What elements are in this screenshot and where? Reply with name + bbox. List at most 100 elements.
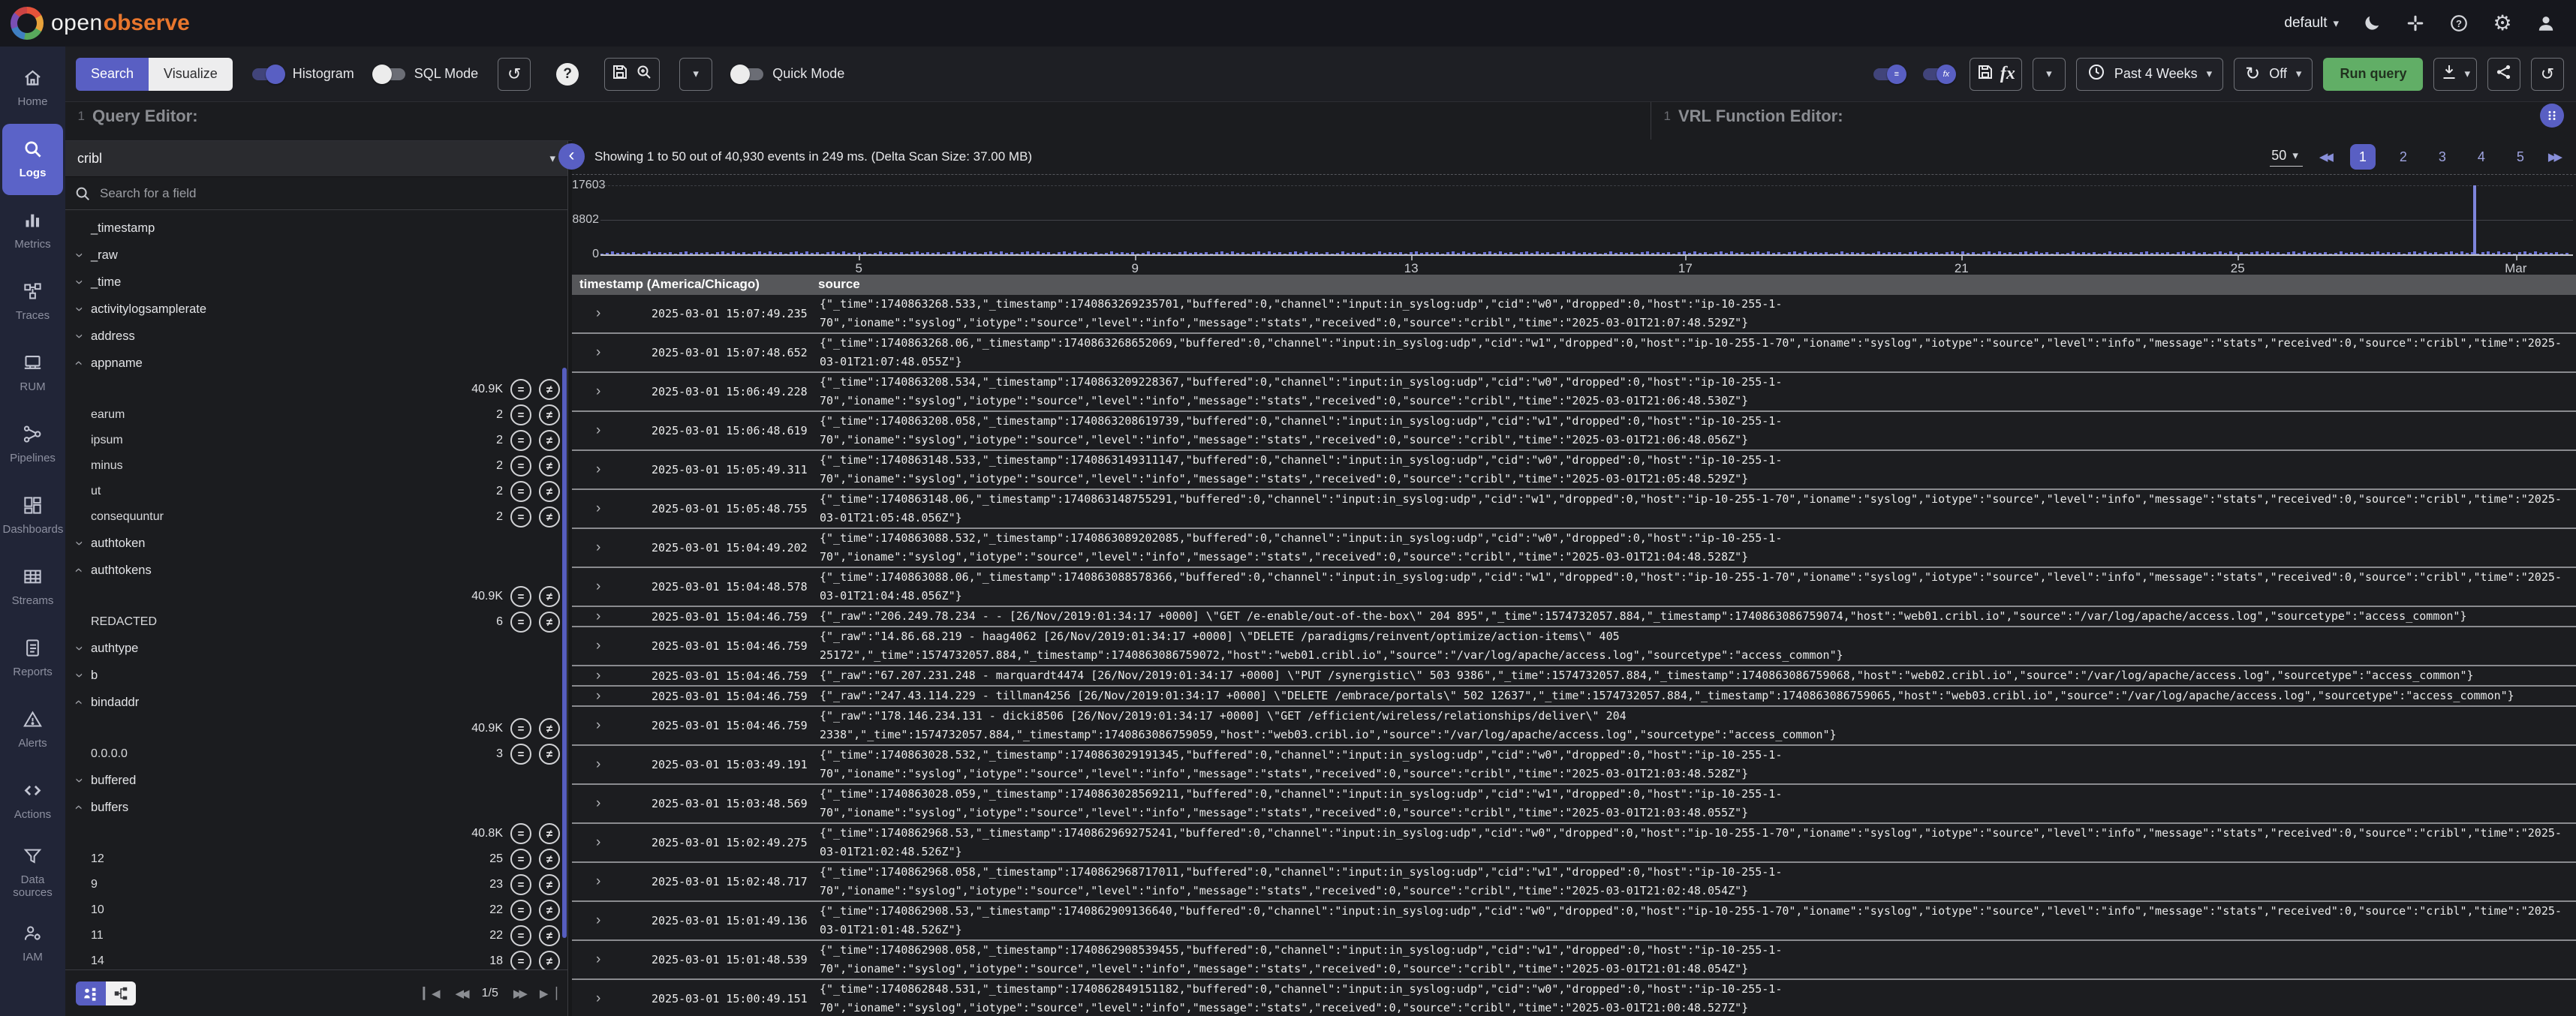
last-page-icon[interactable]: ▶▕	[540, 987, 557, 1000]
tab-visualize[interactable]: Visualize	[149, 58, 233, 91]
field-row-buffers[interactable]: ›buffers	[65, 794, 567, 821]
field-row-buffered[interactable]: ›buffered	[65, 767, 567, 794]
log-table-row[interactable]: ›2025-03-01 15:04:49.202{"_time":1740863…	[572, 528, 2576, 567]
equals-filter-icon[interactable]: =	[510, 404, 531, 425]
fast-forward-icon[interactable]: ▶▶	[513, 987, 525, 1000]
histogram-toggle[interactable]	[252, 68, 284, 80]
equals-filter-icon[interactable]: =	[510, 925, 531, 946]
export-button[interactable]: ▾	[2433, 58, 2477, 91]
field-row-authtype[interactable]: ›authtype	[65, 635, 567, 662]
field-row-bindaddr[interactable]: ›bindaddr	[65, 689, 567, 716]
collapse-fields-button[interactable]: ‹	[558, 143, 585, 170]
time-range-picker[interactable]: Past 4 Weeks ▾	[2076, 58, 2223, 91]
column-header-timestamp[interactable]: timestamp (America/Chicago)	[579, 277, 760, 292]
not-equals-filter-icon[interactable]: ≠	[539, 506, 560, 528]
saved-searches-caret-button[interactable]: ▾	[679, 58, 712, 91]
not-equals-filter-icon[interactable]: ≠	[539, 823, 560, 844]
log-table-row[interactable]: ›2025-03-01 15:04:46.759{"_raw":"14.86.6…	[572, 626, 2576, 665]
org-selector[interactable]: default ▾	[2284, 15, 2339, 32]
expand-row-icon[interactable]: ›	[596, 540, 608, 556]
share-button[interactable]	[2487, 58, 2520, 91]
show-query-toggle[interactable]: ≡	[1873, 68, 1905, 80]
equals-filter-icon[interactable]: =	[510, 455, 531, 476]
dark-mode-icon[interactable]	[2361, 13, 2382, 34]
field-row-authtoken[interactable]: ›authtoken	[65, 530, 567, 557]
sidebar-item-logs[interactable]: Logs	[2, 124, 63, 195]
page-button-5[interactable]: 5	[2509, 149, 2532, 165]
field-row-address[interactable]: ›address	[65, 323, 567, 350]
field-row--time[interactable]: ›_time	[65, 269, 567, 296]
log-table-row[interactable]: ›2025-03-01 15:01:49.136{"_time":1740862…	[572, 900, 2576, 939]
not-equals-filter-icon[interactable]: ≠	[539, 900, 560, 921]
expand-row-icon[interactable]: ›	[596, 795, 608, 812]
equals-filter-icon[interactable]: =	[510, 718, 531, 739]
chevron-down-icon[interactable]: ›	[71, 774, 87, 786]
log-table-row[interactable]: ›2025-03-01 15:04:46.759{"_raw":"67.207.…	[572, 665, 2576, 685]
chevron-up-icon[interactable]: ›	[71, 357, 87, 369]
expand-row-icon[interactable]: ›	[596, 422, 608, 439]
expand-row-icon[interactable]: ›	[596, 500, 608, 517]
log-table-row[interactable]: ›2025-03-01 15:03:49.191{"_time":1740863…	[572, 744, 2576, 783]
tab-search[interactable]: Search	[76, 58, 149, 91]
not-equals-filter-icon[interactable]: ≠	[539, 951, 560, 969]
log-table-row[interactable]: ›2025-03-01 15:04:46.759{"_raw":"206.249…	[572, 606, 2576, 626]
chevron-up-icon[interactable]: ›	[71, 696, 87, 708]
help-icon[interactable]: ?	[2448, 13, 2469, 34]
sidebar-item-actions[interactable]: Actions	[0, 765, 65, 837]
sidebar-item-data-sources[interactable]: Data sources	[0, 837, 65, 908]
field-search-input[interactable]: Search for a field	[65, 177, 567, 210]
equals-filter-icon[interactable]: =	[510, 849, 531, 870]
equals-filter-icon[interactable]: =	[510, 481, 531, 502]
page-size-select[interactable]: 50 ▾	[2270, 148, 2303, 167]
not-equals-filter-icon[interactable]: ≠	[539, 430, 560, 451]
sidebar-item-home[interactable]: Home	[0, 53, 65, 124]
chevron-down-icon[interactable]: ›	[71, 330, 87, 342]
fast-forward-icon[interactable]: ▶▶	[2548, 150, 2562, 164]
equals-filter-icon[interactable]: =	[510, 744, 531, 765]
settings-gear-icon[interactable]: ⚙	[2492, 13, 2513, 34]
sidebar-item-metrics[interactable]: Metrics	[0, 195, 65, 266]
not-equals-filter-icon[interactable]: ≠	[539, 481, 560, 502]
log-table-row[interactable]: ›2025-03-01 15:06:48.619{"_time":1740863…	[572, 410, 2576, 449]
expand-row-icon[interactable]: ›	[596, 688, 608, 705]
fast-back-icon[interactable]: ◀◀	[456, 987, 467, 1000]
sidebar-item-reports[interactable]: Reports	[0, 623, 65, 694]
equals-filter-icon[interactable]: =	[510, 874, 531, 895]
chevron-down-icon[interactable]: ›	[71, 249, 87, 261]
equals-filter-icon[interactable]: =	[510, 951, 531, 969]
function-menu-fab[interactable]	[2540, 104, 2564, 128]
log-table-row[interactable]: ›2025-03-01 15:04:48.578{"_time":1740863…	[572, 567, 2576, 606]
community-icon[interactable]	[2405, 13, 2426, 34]
not-equals-filter-icon[interactable]: ≠	[539, 925, 560, 946]
field-row-appname[interactable]: ›appname	[65, 350, 567, 377]
not-equals-filter-icon[interactable]: ≠	[539, 455, 560, 476]
chevron-down-icon[interactable]: ›	[71, 303, 87, 315]
equals-filter-icon[interactable]: =	[510, 430, 531, 451]
expand-row-icon[interactable]: ›	[596, 383, 608, 400]
field-row-b[interactable]: ›b	[65, 662, 567, 689]
sidebar-item-dashboards[interactable]: Dashboards	[0, 480, 65, 552]
sidebar-item-traces[interactable]: Traces	[0, 266, 65, 338]
expand-row-icon[interactable]: ›	[596, 609, 608, 625]
log-table-row[interactable]: ›2025-03-01 15:05:49.311{"_time":1740863…	[572, 449, 2576, 488]
not-equals-filter-icon[interactable]: ≠	[539, 718, 560, 739]
chevron-up-icon[interactable]: ›	[71, 564, 87, 576]
log-table-row[interactable]: ›2025-03-01 15:07:48.652{"_time":1740863…	[572, 332, 2576, 371]
save-search-button[interactable]	[604, 58, 660, 91]
not-equals-filter-icon[interactable]: ≠	[539, 744, 560, 765]
equals-filter-icon[interactable]: =	[510, 612, 531, 633]
chevron-down-icon[interactable]: ›	[71, 276, 87, 288]
sidebar-item-iam[interactable]: IAM	[0, 908, 65, 979]
first-page-icon[interactable]: ▎◀	[423, 987, 440, 1000]
expand-row-icon[interactable]: ›	[596, 305, 608, 322]
not-equals-filter-icon[interactable]: ≠	[539, 586, 560, 607]
field-row-authtokens[interactable]: ›authtokens	[65, 557, 567, 584]
log-table-row[interactable]: ›2025-03-01 15:01:48.539{"_time":1740862…	[572, 939, 2576, 978]
expand-row-icon[interactable]: ›	[596, 461, 608, 478]
not-equals-filter-icon[interactable]: ≠	[539, 849, 560, 870]
stream-select[interactable]: cribl ▾	[65, 141, 567, 177]
expand-row-icon[interactable]: ›	[596, 834, 608, 851]
not-equals-filter-icon[interactable]: ≠	[539, 404, 560, 425]
field-row-activitylogsamplerate[interactable]: ›activitylogsamplerate	[65, 296, 567, 323]
page-button-2[interactable]: 2	[2392, 149, 2415, 165]
